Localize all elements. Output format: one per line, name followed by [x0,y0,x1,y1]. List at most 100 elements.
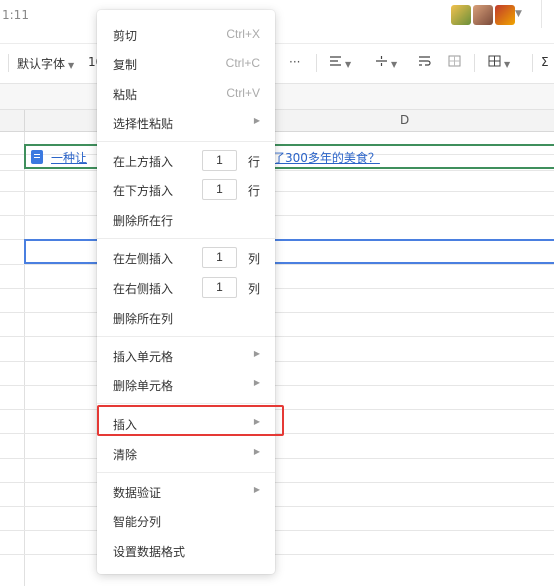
cell-link-left[interactable]: 一种让 [51,149,87,166]
row-line [0,506,554,507]
row-line [0,312,554,313]
wrap-text-icon [419,56,431,66]
menu-item-delete-row[interactable]: 删除所在行 [97,205,275,234]
unit-label: 列 [248,282,261,296]
menu-item-label: 智能分列 [113,515,162,529]
borders-button[interactable]: ▼ [488,55,510,70]
chevron-down-icon[interactable]: ▼ [515,9,522,19]
unit-label: 行 [248,184,261,198]
menu-item-label: 粘贴 [113,88,138,102]
chevron-down-icon: ▼ [345,60,352,69]
chevron-right-icon: ▶ [253,378,260,387]
menu-item-delete-column[interactable]: 删除所在列 [97,303,275,332]
row-line [0,361,554,362]
menu-item-label: 在右侧插入 [113,282,174,296]
context-menu: 剪切 Ctrl+X 复制 Ctrl+C 粘贴 Ctrl+V 选择性粘贴 ▶ 在上… [97,10,275,574]
row-line [0,215,554,216]
row-line [0,482,554,483]
menu-item-copy[interactable]: 复制 Ctrl+C [97,49,275,78]
font-family-select[interactable]: 默认字体 ▼ [17,55,74,72]
align-middle-icon [376,56,387,66]
divider [316,54,317,72]
row-header-divider [24,132,25,586]
chevron-right-icon: ▶ [253,116,260,125]
unit-label: 行 [248,155,261,169]
font-family-value: 默认字体 [17,57,66,71]
row-count-input[interactable]: 1 [202,150,237,171]
divider [474,54,475,72]
menu-item-label: 设置数据格式 [113,545,186,559]
highlight-box [97,405,284,436]
sum-button[interactable]: Σ [541,55,549,69]
row-line [0,264,554,265]
merge-cells-icon [448,55,461,67]
merge-cells-button[interactable] [448,55,461,70]
avatar[interactable] [495,5,515,25]
menu-item-insert-col-right[interactable]: 在右侧插入 1 列 [97,273,275,302]
chevron-down-icon: ▼ [68,61,75,70]
chevron-right-icon: ▶ [253,349,260,358]
menu-item-insert-cell[interactable]: 插入单元格 ▶ [97,341,275,370]
menu-item-label: 删除所在列 [113,312,174,326]
unit-label: 列 [248,252,261,266]
row-line [0,170,554,171]
cell-link-partial[interactable]: ________ [50,123,98,130]
title-bar: 1:11 ▼ [0,0,554,44]
menu-item-insert-row-above[interactable]: 在上方插入 1 行 [97,146,275,175]
avatar[interactable] [473,5,493,25]
wrap-text-button[interactable] [418,55,431,70]
menu-item-cut[interactable]: 剪切 Ctrl+X [97,20,275,49]
align-horizontal-button[interactable]: ▼ [329,55,351,70]
menu-divider [97,472,275,473]
divider [541,0,542,28]
menu-item-label: 插入单元格 [113,350,174,364]
collaborator-avatars[interactable] [451,5,517,25]
menu-item-label: 在上方插入 [113,155,174,169]
menu-divider [97,141,275,142]
chevron-right-icon: ▶ [253,447,260,456]
menu-item-label: 选择性粘贴 [113,117,174,131]
menu-divider [97,336,275,337]
document-icon [31,150,43,164]
menu-item-format-data[interactable]: 设置数据格式 [97,536,275,565]
row-line [0,554,554,555]
row-count-input[interactable]: 1 [202,179,237,200]
divider [532,54,533,72]
shortcut-label: Ctrl+X [226,27,260,41]
menu-item-label: 清除 [113,448,138,462]
menu-item-insert-col-left[interactable]: 在左侧插入 1 列 [97,243,275,272]
menu-item-clear[interactable]: 清除 ▶ [97,439,275,468]
chevron-down-icon: ▼ [391,60,398,69]
formula-area [0,84,554,110]
menu-item-delete-cell[interactable]: 删除单元格 ▶ [97,370,275,399]
menu-item-label: 删除所在行 [113,214,174,228]
chevron-right-icon: ▶ [253,485,260,494]
align-left-icon [330,56,341,66]
row-line [0,385,554,386]
menu-item-paste[interactable]: 粘贴 Ctrl+V [97,79,275,108]
column-count-input[interactable]: 1 [202,277,237,298]
time-label: 1:11 [2,8,29,22]
row-line [0,191,554,192]
more-button[interactable]: ··· [289,55,300,69]
border-icon [488,55,501,67]
align-vertical-button[interactable]: ▼ [375,55,397,70]
menu-item-label: 数据验证 [113,486,162,500]
shortcut-label: Ctrl+C [225,56,260,70]
column-header-d[interactable]: D [400,113,409,127]
menu-divider [97,403,275,404]
column-count-input[interactable]: 1 [202,247,237,268]
divider [24,110,25,132]
cell-link-right[interactable]: 了300多年的美食？ [273,149,380,166]
avatar[interactable] [451,5,471,25]
menu-item-label: 剪切 [113,29,138,43]
menu-item-paste-special[interactable]: 选择性粘贴 ▶ [97,108,275,137]
menu-item-data-validation[interactable]: 数据验证 ▶ [97,477,275,506]
menu-item-smart-split[interactable]: 智能分列 [97,506,275,535]
row-line [0,288,554,289]
menu-item-insert-row-below[interactable]: 在下方插入 1 行 [97,175,275,204]
shortcut-label: Ctrl+V [226,86,260,100]
toolbar: 默认字体 ▼ 10 ··· ▼ ▼ ▼ Σ [0,44,554,84]
chevron-down-icon: ▼ [504,60,511,69]
divider [8,54,9,72]
